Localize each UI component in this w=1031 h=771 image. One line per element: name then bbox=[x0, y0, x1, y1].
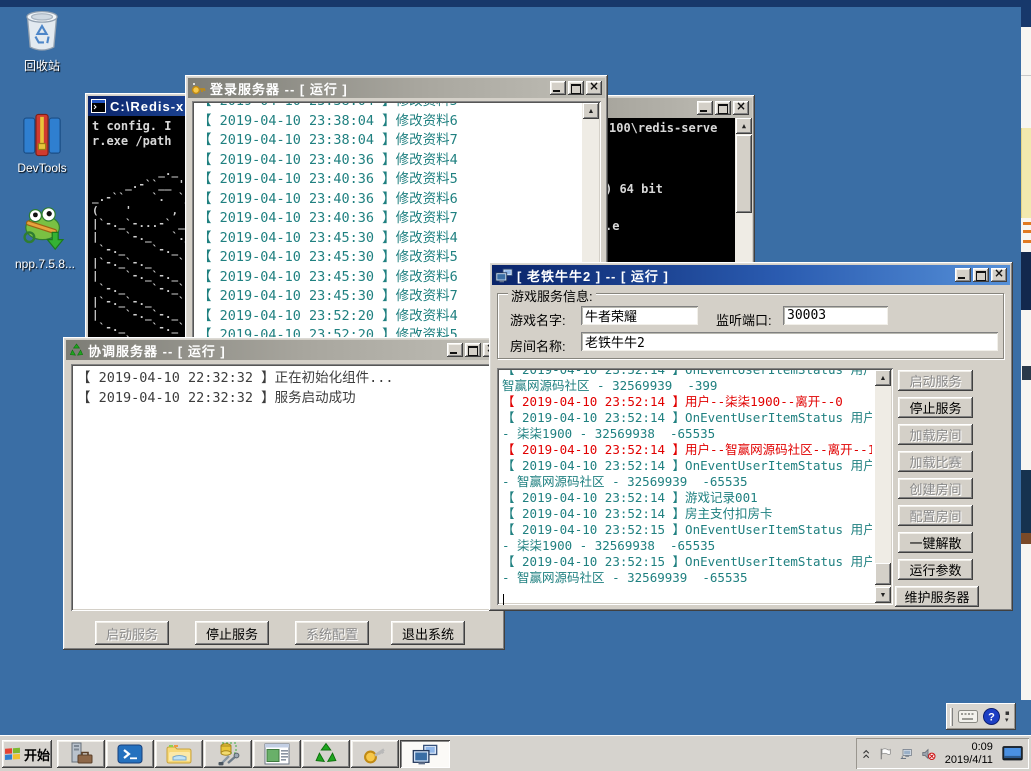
tray-date: 2019/4/11 bbox=[945, 754, 993, 767]
right-edge-sliver-orange-dash-2 bbox=[1023, 230, 1031, 233]
right-edge-sliver-yellow bbox=[1021, 128, 1031, 218]
close-button[interactable] bbox=[733, 101, 749, 115]
coord-action-button[interactable]: 启动服务 bbox=[95, 621, 169, 645]
notepad-plus-label: npp.7.5.8... bbox=[15, 257, 75, 271]
help-icon[interactable]: ? bbox=[983, 708, 1000, 725]
coord-action-button[interactable]: 停止服务 bbox=[195, 621, 269, 645]
game-action-button[interactable]: 一键解散 bbox=[898, 532, 973, 553]
desktop-icon-notepad-plus[interactable]: npp.7.5.8... bbox=[0, 206, 90, 271]
windows-logo-icon bbox=[4, 747, 21, 761]
game-action-button[interactable]: 启动服务 bbox=[898, 370, 973, 391]
system-tray: 0:09 2019/4/11 bbox=[856, 738, 1029, 769]
recycle-arrows-icon bbox=[314, 742, 338, 766]
right-edge-sliver-dark-top bbox=[1021, 0, 1031, 27]
desktop-icon-devtools[interactable]: DevTools bbox=[2, 112, 82, 175]
network-computers-icon bbox=[412, 744, 438, 765]
game-action-button[interactable]: 运行参数 bbox=[898, 559, 973, 580]
log-entry: 【 2019-04-10 23:45:30 】修改资料4 bbox=[198, 229, 579, 249]
folder-icon bbox=[166, 743, 193, 765]
game-server-window: [ 老铁牛牛2 ] -- [ 运行 ] 游戏服务信息: 游戏名字: 监听端口: … bbox=[489, 262, 1013, 611]
recycle-bin-label: 回收站 bbox=[24, 57, 60, 74]
minimize-button[interactable] bbox=[550, 81, 566, 95]
desktop-icon-recycle-bin[interactable]: 回收站 bbox=[2, 6, 82, 74]
show-desktop-icon[interactable] bbox=[1002, 742, 1023, 766]
scroll-thumb[interactable] bbox=[736, 135, 752, 213]
right-edge-sliver-photo-brown bbox=[1021, 533, 1031, 544]
log-entry: 【 2019-04-10 23:40:36 】修改资料6 bbox=[198, 190, 579, 210]
game-action-button[interactable]: 配置房间 bbox=[898, 505, 973, 526]
right-edge-sliver-line bbox=[1021, 75, 1031, 76]
svg-text:?: ? bbox=[988, 712, 995, 724]
taskbar-button-powershell[interactable] bbox=[106, 740, 154, 768]
top-edge-window-sliver bbox=[0, 0, 1031, 7]
game-action-button[interactable]: 维护服务器 bbox=[895, 586, 979, 607]
taskbar-button-coord-server[interactable] bbox=[302, 740, 350, 768]
scroll-up-button[interactable] bbox=[736, 118, 752, 134]
game-action-button[interactable]: 停止服务 bbox=[898, 397, 973, 418]
start-button[interactable]: 开始 bbox=[2, 740, 52, 768]
powershell-icon bbox=[117, 743, 143, 765]
app-window-icon bbox=[264, 743, 290, 765]
server-manager-icon bbox=[68, 742, 94, 766]
log-entry: 【 2019-04-10 23:40:36 】修改资料7 bbox=[198, 209, 579, 229]
language-bar-grip[interactable] bbox=[950, 708, 953, 726]
maximize-button[interactable] bbox=[715, 101, 731, 115]
taskbar-button-file-explorer[interactable] bbox=[155, 740, 203, 768]
language-bar-options[interactable]: ▪▾ bbox=[1005, 710, 1010, 723]
network-status-icon[interactable] bbox=[900, 746, 913, 762]
key-icon bbox=[363, 742, 387, 766]
chevron-expand-icon[interactable] bbox=[862, 747, 870, 761]
flag-icon[interactable] bbox=[879, 746, 891, 762]
key-icon bbox=[191, 81, 206, 96]
right-edge-sliver-orange-dash-3 bbox=[1023, 240, 1031, 243]
close-button[interactable] bbox=[586, 81, 602, 95]
taskbar: 开始 bbox=[0, 735, 1031, 771]
log-entry: 【 2019-04-10 23:38:04 】修改资料5 bbox=[198, 103, 579, 112]
coord-action-button[interactable]: 系统配置 bbox=[295, 621, 369, 645]
login-window-title: 登录服务器 -- [ 运行 ] bbox=[210, 79, 546, 98]
taskbar-button-database-tools[interactable] bbox=[204, 740, 252, 768]
log-entry: 【 2019-04-10 23:38:04 】修改资料7 bbox=[198, 131, 579, 151]
console-right-line-1: 100\redis-serve bbox=[609, 121, 717, 136]
tray-time: 0:09 bbox=[945, 741, 993, 754]
notepad-plus-icon bbox=[18, 206, 72, 254]
log-entry: 【 2019-04-10 23:38:04 】修改资料6 bbox=[198, 112, 579, 132]
volume-muted-icon[interactable] bbox=[922, 746, 936, 762]
tray-clock[interactable]: 0:09 2019/4/11 bbox=[945, 741, 993, 767]
game-action-button[interactable]: 加载房间 bbox=[898, 424, 973, 445]
keyboard-icon[interactable] bbox=[958, 710, 978, 723]
log-entry: 【 2019-04-10 23:40:36 】修改资料4 bbox=[198, 151, 579, 171]
devtools-archive-icon bbox=[21, 112, 63, 158]
recycle-bin-icon bbox=[21, 6, 63, 54]
right-edge-sliver-icon bbox=[1022, 366, 1031, 380]
scroll-up-button[interactable] bbox=[583, 103, 599, 119]
game-action-button[interactable]: 加载比赛 bbox=[898, 451, 973, 472]
minimize-button[interactable] bbox=[697, 101, 713, 115]
game-action-button[interactable]: 创建房间 bbox=[898, 478, 973, 499]
command-prompt-icon bbox=[91, 99, 106, 113]
taskbar-button-game-server[interactable] bbox=[400, 740, 450, 768]
taskbar-button-login-server[interactable] bbox=[351, 740, 399, 768]
login-window-titlebar[interactable]: 登录服务器 -- [ 运行 ] bbox=[188, 78, 605, 98]
maximize-button[interactable] bbox=[568, 81, 584, 95]
coord-action-button[interactable]: 退出系统 bbox=[391, 621, 465, 645]
log-entry: 【 2019-04-10 23:40:36 】修改资料5 bbox=[198, 170, 579, 190]
console-right-line-2: ) 64 bit bbox=[605, 182, 663, 197]
right-edge-sliver-orange-dash-1 bbox=[1023, 222, 1031, 225]
database-tools-icon bbox=[215, 742, 241, 766]
devtools-label: DevTools bbox=[17, 161, 66, 175]
language-bar: ? ▪▾ bbox=[946, 703, 1016, 730]
right-edge-sliver-photo-1 bbox=[1021, 252, 1031, 310]
start-button-label: 开始 bbox=[24, 745, 50, 764]
taskbar-button-server-manager[interactable] bbox=[57, 740, 105, 768]
right-edge-sliver-photo-2 bbox=[1021, 470, 1031, 533]
taskbar-button-app-window[interactable] bbox=[253, 740, 301, 768]
coordination-server-window: 协调服务器 -- [ 运行 ] 【 2019-04-10 22:32:32 】正… bbox=[63, 337, 505, 650]
